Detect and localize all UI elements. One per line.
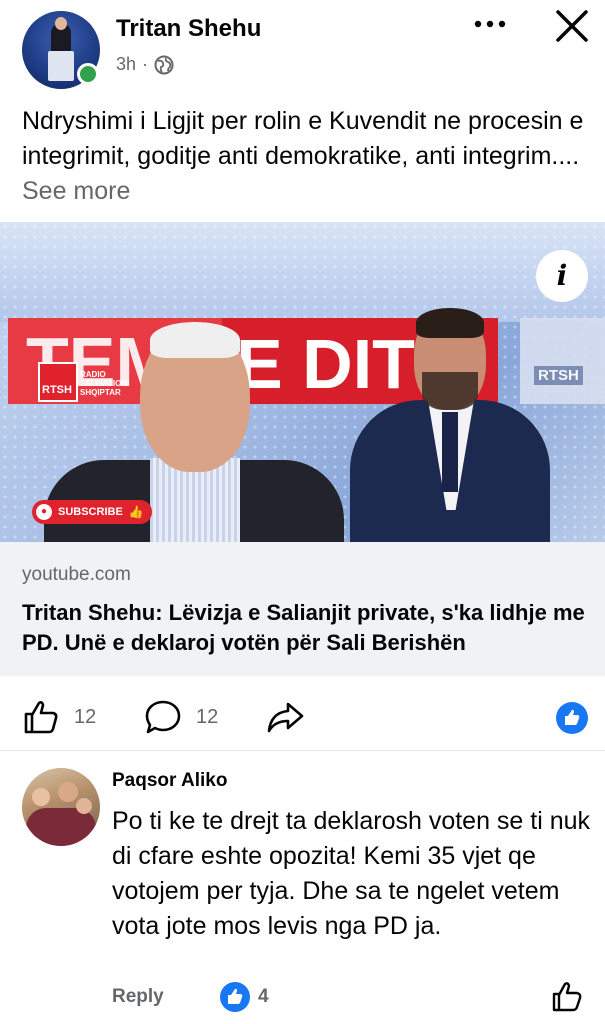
avatar-podium [48,51,74,81]
rtsh-side-panel: RTSH [520,318,605,404]
subscribe-label: SUBSCRIBE [58,506,123,518]
avatar-face-3 [76,798,92,814]
avatar-face-2 [58,782,78,802]
post-body: Ndryshimi i Ligjit per rolin e Kuvendit … [22,107,584,170]
comment-reaction-count: 4 [258,986,269,1007]
reply-button[interactable]: Reply [112,986,164,1008]
link-preview[interactable]: youtube.com Tritan Shehu: Lëvizja e Sali… [0,542,605,676]
like-icon [24,701,58,734]
video-thumbnail[interactable]: TEM E DITË RTSH RTSH RADIO TELEVIZIONI S… [0,222,605,542]
like-button[interactable]: 12 [22,698,96,736]
comment-like-icon[interactable] [550,980,584,1014]
rtsh-caption: RADIO TELEVIZIONI SHQIPTAR [80,370,130,397]
link-title: Tritan Shehu: Lëvizja e Salianjit privat… [22,600,585,655]
post-header: Tritan Shehu 3h · [0,0,605,100]
link-domain: youtube.com [22,564,131,585]
bell-icon: ● [36,504,52,520]
post-author-name[interactable]: Tritan Shehu [116,15,261,43]
more-options-button[interactable] [470,8,510,40]
host-hair [416,308,484,338]
share-icon [267,702,304,733]
comment-icon [145,700,181,734]
see-more-link[interactable]: See more [22,177,130,205]
rtsh-side-label: RTSH [534,366,583,385]
comment-count: 12 [196,705,219,728]
close-icon[interactable] [552,6,592,46]
post-time[interactable]: 3h [116,54,136,75]
comment-footer: Reply 4 [0,974,605,1020]
commenter-avatar[interactable] [22,768,100,846]
meta-separator: · [142,54,149,74]
online-status-indicator [77,63,99,85]
subscribe-button[interactable]: ● SUBSCRIBE 👍 [32,500,152,524]
divider [0,750,605,751]
comment-reaction-badge[interactable] [220,982,250,1012]
thumbs-up-icon [565,709,580,725]
host-tie [442,412,458,492]
reaction-like-badge[interactable] [556,702,588,734]
host-beard [422,372,478,410]
info-icon[interactable]: i [536,250,588,302]
rtsh-logo-text: RTSH [42,384,72,396]
post-meta: 3h · [116,54,174,75]
thumbs-up-icon: 👍 [128,505,144,519]
guest-hair [150,322,240,358]
commenter-name[interactable]: Paqsor Aliko [112,770,227,792]
like-count: 12 [74,705,97,728]
globe-icon [154,55,174,74]
post-actions-bar: 12 12 [0,692,605,746]
comment-button[interactable]: 12 [144,698,218,736]
rtsh-logo: RTSH [38,362,78,402]
post-text: Ndryshimi i Ligjit per rolin e Kuvendit … [22,104,592,209]
comment-text: Po ti ke te drejt ta deklarosh voten se … [112,807,591,940]
thumbs-up-icon [228,988,243,1004]
avatar-face-1 [32,788,50,806]
avatar-head [55,17,67,30]
share-button[interactable] [266,698,304,736]
